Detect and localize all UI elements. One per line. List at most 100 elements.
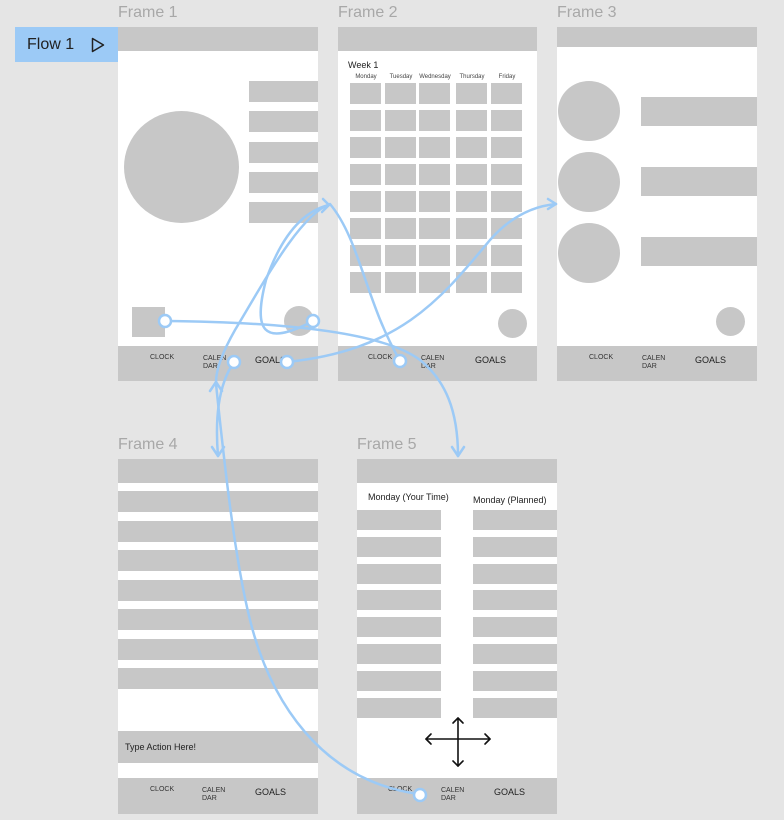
nav-goals[interactable]: GOALS [255,787,286,797]
calendar-cell[interactable] [350,110,381,131]
nav-calendar[interactable]: CALEN [203,355,226,363]
calendar-cell[interactable] [456,245,487,266]
calendar-cell[interactable] [491,218,522,239]
time-slot[interactable] [473,697,557,718]
nav-calendar-line2[interactable]: DAR [642,363,657,371]
nav-clock[interactable]: CLOCK [388,786,412,794]
time-slot[interactable] [473,590,557,611]
calendar-cell[interactable] [419,272,450,293]
round-button[interactable] [498,309,527,338]
nav-goals[interactable]: GOALS [475,355,506,365]
move-arrows-icon[interactable] [424,716,494,772]
flow-1-button[interactable]: Flow 1 [15,27,119,62]
calendar-cell[interactable] [385,110,416,131]
time-slot[interactable] [473,536,557,557]
nav-calendar[interactable]: CALEN [441,787,464,795]
calendar-cell[interactable] [350,272,381,293]
list-item[interactable] [118,668,318,689]
time-slot[interactable] [473,670,557,691]
frame-4-title[interactable]: Frame 4 [118,437,178,453]
calendar-cell[interactable] [350,83,381,104]
frame-1-title[interactable]: Frame 1 [118,5,178,21]
calendar-cell[interactable] [456,218,487,239]
calendar-cell[interactable] [419,245,450,266]
square-button[interactable] [132,307,165,337]
calendar-cell[interactable] [350,245,381,266]
frame-5[interactable]: Monday (Your Time) Monday (Planned) CLOC… [357,459,557,814]
calendar-cell[interactable] [350,191,381,212]
nav-clock[interactable]: CLOCK [589,354,613,362]
nav-clock[interactable]: CLOCK [150,354,174,362]
list-item[interactable] [118,491,318,512]
calendar-cell[interactable] [419,164,450,185]
time-slot[interactable] [357,536,441,557]
frame-3-title[interactable]: Frame 3 [557,5,617,21]
nav-goals[interactable]: GOALS [695,355,726,365]
nav-calendar-line2[interactable]: DAR [203,363,218,371]
calendar-cell[interactable] [491,245,522,266]
calendar-cell[interactable] [491,272,522,293]
list-item[interactable] [118,609,318,630]
nav-calendar-line2[interactable]: DAR [421,363,436,371]
time-slot[interactable] [473,644,557,664]
frame-2-title[interactable]: Frame 2 [338,5,398,21]
calendar-cell[interactable] [456,110,487,131]
calendar-cell[interactable] [385,137,416,158]
list-item[interactable] [118,550,318,571]
frame-2[interactable]: Week 1 Monday Tuesday Wednesday Thursday… [338,27,537,381]
calendar-cell[interactable] [385,83,416,104]
time-slot[interactable] [357,563,441,584]
calendar-cell[interactable] [385,245,416,266]
nav-clock[interactable]: CLOCK [368,354,392,362]
calendar-cell[interactable] [456,164,487,185]
calendar-cell[interactable] [385,164,416,185]
calendar-cell[interactable] [419,218,450,239]
nav-calendar-line2[interactable]: DAR [441,795,456,803]
nav-calendar[interactable]: CALEN [202,787,225,795]
calendar-cell[interactable] [419,83,450,104]
frame-1[interactable]: CLOCK CALEN DAR GOALS [118,27,318,381]
calendar-cell[interactable] [491,191,522,212]
calendar-cell[interactable] [385,218,416,239]
time-slot[interactable] [473,617,557,638]
round-button[interactable] [284,306,314,336]
frame-4[interactable]: Type Action Here! CLOCK CALEN DAR GOALS [118,459,318,814]
time-slot[interactable] [473,510,557,530]
frame-3[interactable]: CLOCK CALEN DAR GOALS [557,27,757,381]
calendar-cell[interactable] [456,83,487,104]
list-item[interactable] [118,520,318,542]
calendar-cell[interactable] [419,137,450,158]
calendar-cell[interactable] [350,218,381,239]
list-item[interactable] [118,638,318,660]
calendar-cell[interactable] [456,191,487,212]
nav-calendar[interactable]: CALEN [642,355,665,363]
calendar-cell[interactable] [385,191,416,212]
calendar-cell[interactable] [419,191,450,212]
calendar-cell[interactable] [491,164,522,185]
calendar-cell[interactable] [491,83,522,104]
time-slot[interactable] [357,644,441,664]
calendar-cell[interactable] [385,272,416,293]
round-button[interactable] [716,307,745,336]
list-item[interactable] [118,579,318,601]
time-slot[interactable] [357,510,441,530]
time-slot[interactable] [357,617,441,638]
frame-5-title[interactable]: Frame 5 [357,437,417,453]
calendar-cell[interactable] [350,137,381,158]
calendar-cell[interactable] [491,137,522,158]
calendar-cell[interactable] [491,110,522,131]
nav-calendar-line2[interactable]: DAR [202,795,217,803]
calendar-cell[interactable] [456,137,487,158]
play-icon[interactable] [91,37,105,53]
calendar-cell[interactable] [456,272,487,293]
action-input[interactable]: Type Action Here! [118,731,318,763]
nav-clock[interactable]: CLOCK [150,786,174,794]
time-slot[interactable] [357,590,441,611]
nav-goals[interactable]: GOALS [494,787,525,797]
time-slot[interactable] [357,697,441,718]
calendar-cell[interactable] [350,164,381,185]
calendar-cell[interactable] [419,110,450,131]
nav-goals[interactable]: GOALS [255,355,286,365]
time-slot[interactable] [473,563,557,584]
time-slot[interactable] [357,670,441,691]
